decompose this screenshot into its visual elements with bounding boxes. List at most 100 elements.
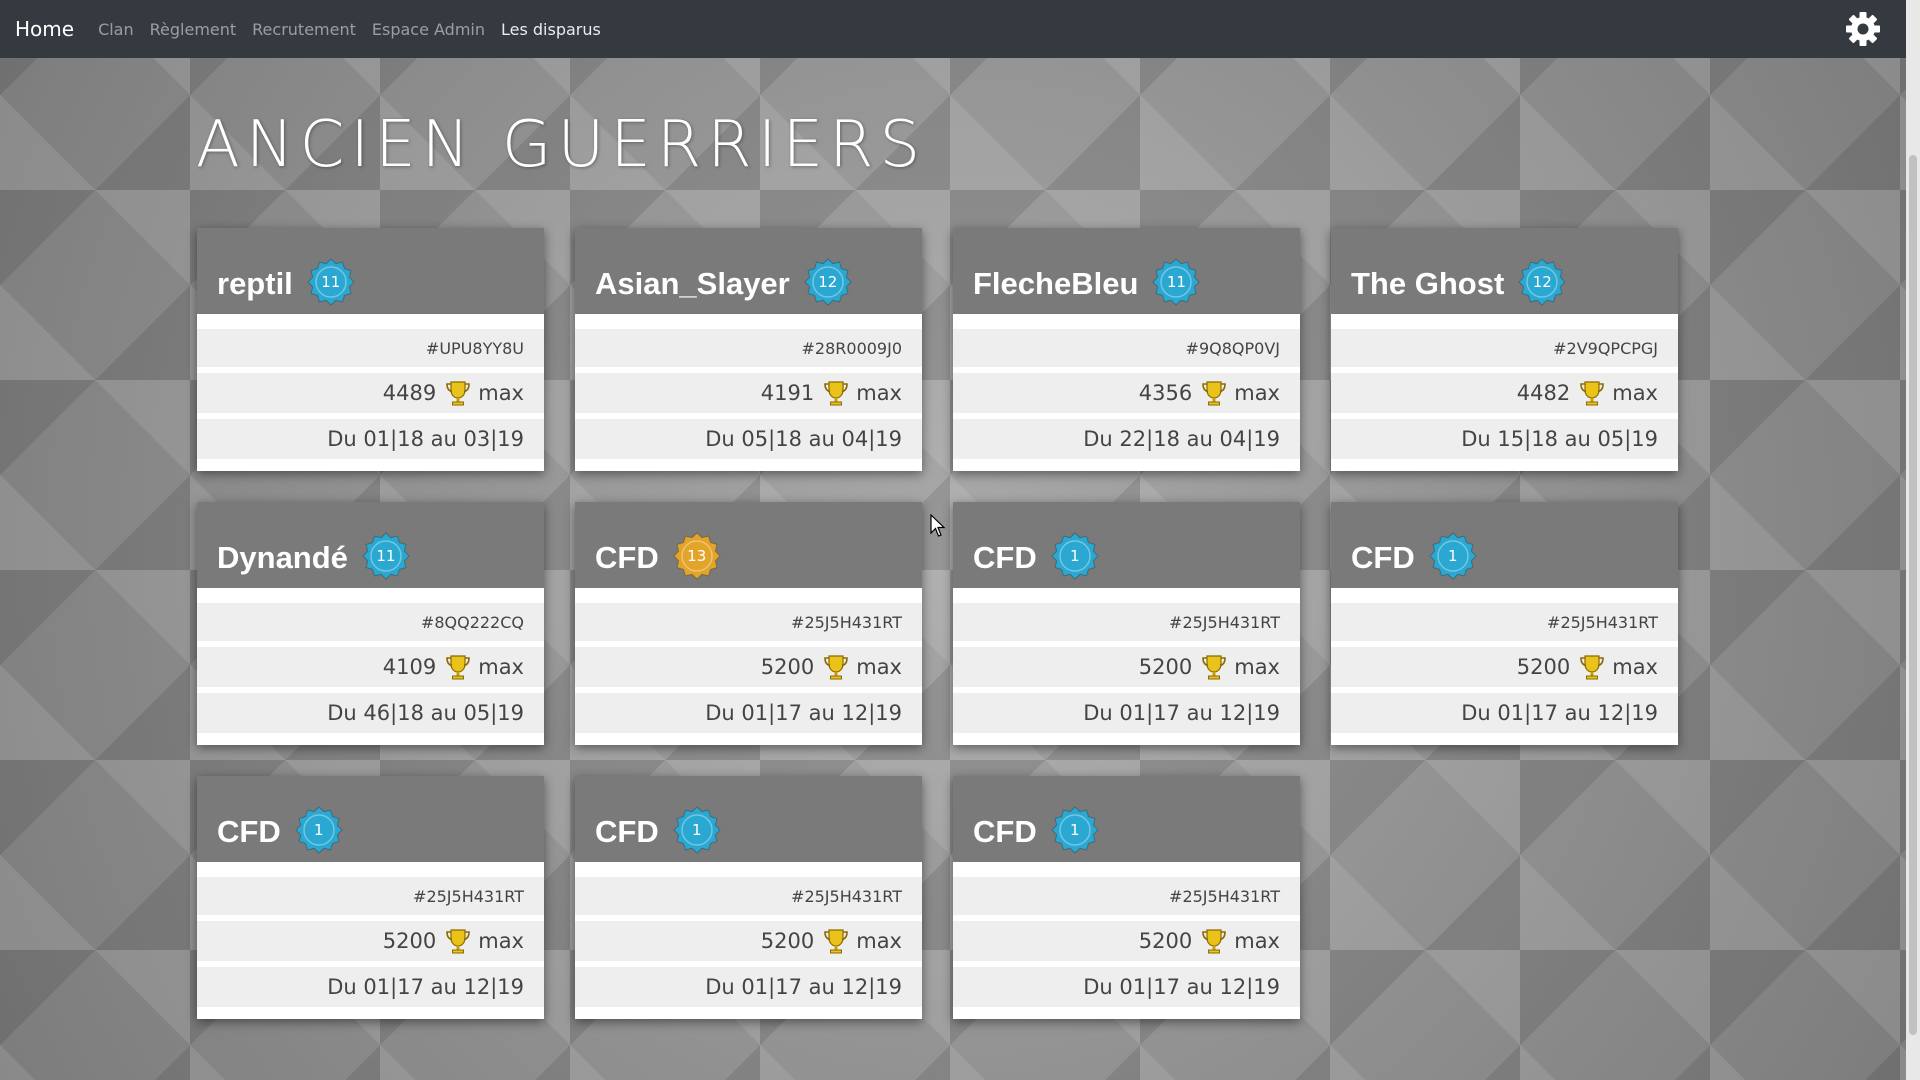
member-dates: Du 01|17 au 12|19 bbox=[953, 687, 1300, 733]
member-card-header: CFD 1 bbox=[1331, 502, 1678, 588]
member-card-header: Dynandé 11 bbox=[197, 502, 544, 588]
member-name: Dynandé bbox=[217, 540, 348, 575]
member-tag: #25J5H431RT bbox=[575, 871, 922, 915]
level-number: 1 bbox=[313, 821, 324, 839]
member-name: CFD bbox=[973, 540, 1037, 575]
member-dates: Du 01|17 au 12|19 bbox=[953, 961, 1300, 1007]
trophy-count: 4191 bbox=[760, 381, 815, 405]
member-name: reptil bbox=[217, 266, 293, 301]
member-card-header: CFD 1 bbox=[953, 776, 1300, 862]
nav-link-les-disparus[interactable]: Les disparus bbox=[501, 20, 601, 39]
member-name: CFD bbox=[595, 814, 659, 849]
max-label: max bbox=[478, 655, 524, 679]
level-number: 11 bbox=[321, 273, 341, 291]
trophy-count: 4109 bbox=[382, 655, 437, 679]
member-dates: Du 22|18 au 04|19 bbox=[953, 413, 1300, 459]
trophy-icon bbox=[824, 655, 849, 680]
trophy-icon bbox=[1202, 929, 1227, 954]
nav-link-clan[interactable]: Clan bbox=[98, 20, 134, 39]
nav-link-recrutement[interactable]: Recrutement bbox=[252, 20, 356, 39]
members-grid: reptil 11 #UPU8YY8U 4489 max Du 01|18 au… bbox=[197, 228, 1678, 1019]
member-tag: #25J5H431RT bbox=[197, 871, 544, 915]
trophy-icon bbox=[446, 381, 471, 406]
card-divider bbox=[197, 588, 544, 597]
nav-link-reglement[interactable]: Règlement bbox=[150, 20, 237, 39]
max-label: max bbox=[1612, 381, 1658, 405]
member-dates: Du 46|18 au 05|19 bbox=[197, 687, 544, 733]
member-tag: #25J5H431RT bbox=[953, 871, 1300, 915]
trophy-icon bbox=[1202, 655, 1227, 680]
scrollbar-thumb[interactable] bbox=[1909, 155, 1917, 1035]
member-name: Asian_Slayer bbox=[595, 266, 790, 301]
level-badge-icon: 11 bbox=[1152, 258, 1201, 306]
card-divider bbox=[953, 314, 1300, 323]
card-divider bbox=[1331, 314, 1678, 323]
member-name: CFD bbox=[595, 540, 659, 575]
card-divider bbox=[197, 314, 544, 323]
member-card-header: CFD 13 bbox=[575, 502, 922, 588]
level-badge-icon: 1 bbox=[295, 806, 343, 854]
trophy-icon bbox=[446, 655, 471, 680]
member-trophies-row: 4489 max bbox=[197, 367, 544, 413]
member-dates: Du 01|17 au 12|19 bbox=[575, 961, 922, 1007]
member-trophies-row: 4191 max bbox=[575, 367, 922, 413]
max-label: max bbox=[478, 381, 524, 405]
page-scrollbar[interactable] bbox=[1906, 0, 1920, 1080]
trophy-count: 5200 bbox=[1516, 655, 1571, 679]
card-divider bbox=[197, 862, 544, 871]
member-dates: Du 01|17 au 12|19 bbox=[1331, 687, 1678, 733]
member-tag: #28R0009J0 bbox=[575, 323, 922, 367]
trophy-icon bbox=[1580, 655, 1605, 680]
member-dates: Du 01|18 au 03|19 bbox=[197, 413, 544, 459]
trophy-icon bbox=[1202, 381, 1227, 406]
member-tag: #9Q8QP0VJ bbox=[953, 323, 1300, 367]
level-badge-icon: 1 bbox=[673, 806, 721, 854]
max-label: max bbox=[478, 929, 524, 953]
level-number: 11 bbox=[1166, 273, 1186, 291]
member-card: FlecheBleu 11 #9Q8QP0VJ 4356 max Du 22|1… bbox=[953, 228, 1300, 471]
member-tag: #25J5H431RT bbox=[953, 597, 1300, 641]
trophy-count: 5200 bbox=[382, 929, 437, 953]
top-navbar: Home Clan Règlement Recrutement Espace A… bbox=[0, 0, 1906, 58]
member-name: FlecheBleu bbox=[973, 266, 1139, 301]
member-trophies-row: 4356 max bbox=[953, 367, 1300, 413]
trophy-count: 5200 bbox=[760, 929, 815, 953]
member-card-header: Asian_Slayer 12 bbox=[575, 228, 922, 314]
member-card-header: CFD 1 bbox=[197, 776, 544, 862]
level-badge-icon: 1 bbox=[1051, 532, 1099, 580]
member-name: CFD bbox=[1351, 540, 1415, 575]
nav-link-espace-admin[interactable]: Espace Admin bbox=[372, 20, 485, 39]
level-number: 13 bbox=[687, 547, 707, 565]
gear-icon[interactable] bbox=[1844, 10, 1882, 48]
page-title: ANCIEN GUERRIERS bbox=[196, 108, 927, 182]
level-number: 12 bbox=[818, 273, 838, 291]
member-trophies-row: 5200 max bbox=[953, 641, 1300, 687]
card-divider bbox=[953, 862, 1300, 871]
member-card: CFD 1 #25J5H431RT 5200 max Du 01|17 au 1… bbox=[197, 776, 544, 1019]
member-dates: Du 01|17 au 12|19 bbox=[575, 687, 922, 733]
trophy-count: 5200 bbox=[760, 655, 815, 679]
max-label: max bbox=[856, 655, 902, 679]
member-dates: Du 15|18 au 05|19 bbox=[1331, 413, 1678, 459]
level-number: 1 bbox=[1447, 547, 1458, 565]
member-trophies-row: 5200 max bbox=[1331, 641, 1678, 687]
trophy-icon bbox=[446, 929, 471, 954]
member-card: CFD 1 #25J5H431RT 5200 max Du 01|17 au 1… bbox=[575, 776, 922, 1019]
level-number: 1 bbox=[1069, 547, 1080, 565]
max-label: max bbox=[1234, 381, 1280, 405]
card-divider bbox=[575, 588, 922, 597]
level-badge-icon: 13 bbox=[673, 532, 721, 580]
level-badge-icon: 11 bbox=[307, 258, 355, 306]
member-trophies-row: 5200 max bbox=[575, 915, 922, 961]
level-number: 11 bbox=[376, 547, 396, 565]
member-trophies-row: 5200 max bbox=[197, 915, 544, 961]
level-badge-icon: 12 bbox=[804, 258, 852, 306]
member-name: CFD bbox=[973, 814, 1037, 849]
level-number: 1 bbox=[1069, 821, 1080, 839]
trophy-icon bbox=[824, 929, 849, 954]
member-card-header: reptil 11 bbox=[197, 228, 544, 314]
level-number: 12 bbox=[1532, 273, 1552, 291]
max-label: max bbox=[1234, 929, 1280, 953]
member-card: CFD 13 #25J5H431RT 5200 max Du 01|17 au bbox=[575, 502, 922, 745]
nav-brand-home[interactable]: Home bbox=[15, 17, 74, 41]
